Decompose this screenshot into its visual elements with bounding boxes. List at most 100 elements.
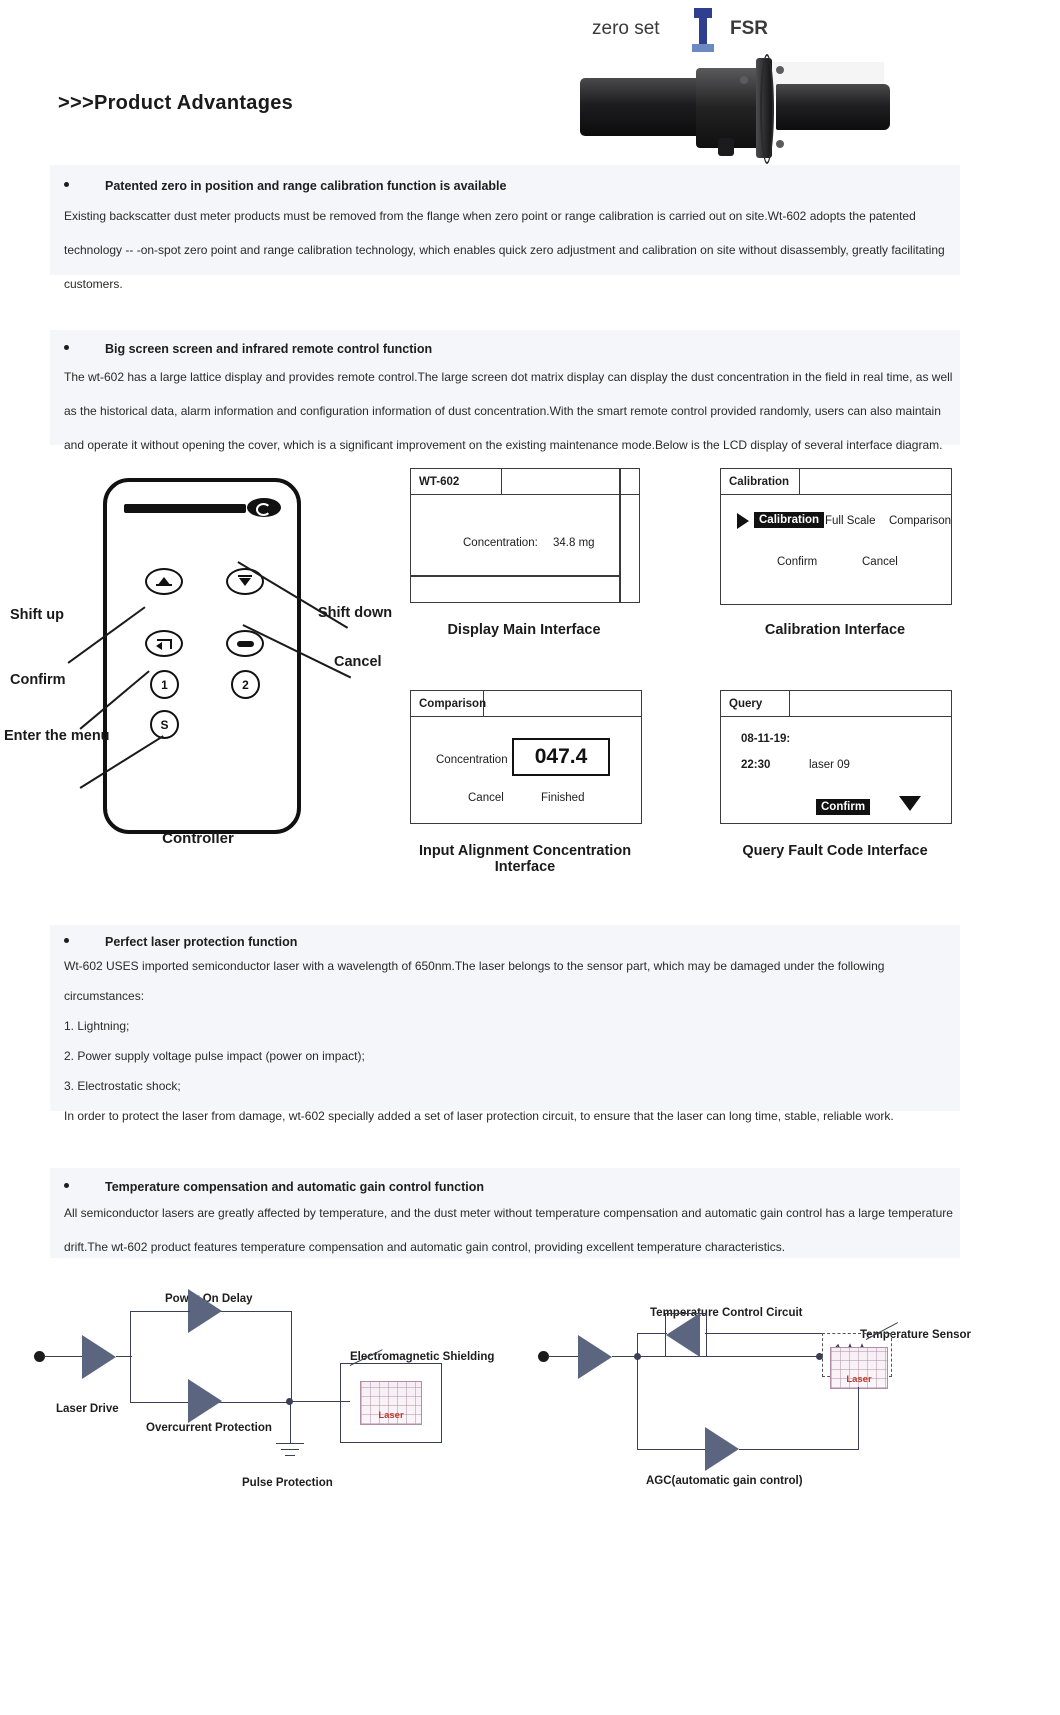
section-big-screen: Big screen screen and infrared remote co…: [50, 330, 960, 452]
menu-option-comparison[interactable]: Comparison: [889, 515, 951, 527]
confirm-action[interactable]: Confirm: [816, 799, 871, 815]
temperature-control-amplifier-icon: [666, 1313, 700, 1357]
zero-set-pin-icon: [692, 8, 714, 54]
label-laser-drive: Laser Drive: [56, 1403, 119, 1415]
section-bullet-text: Temperature compensation and automatic g…: [105, 1180, 484, 1194]
lcd-titlebar: Comparison: [411, 691, 641, 717]
section-paragraph: 3. Electrostatic shock;: [64, 1079, 181, 1093]
dust-meter-sensor-icon: [580, 52, 890, 164]
lcd-titlebar: Query: [721, 691, 951, 717]
overcurrent-amplifier-icon: [188, 1379, 222, 1423]
bullet-dot-icon: [64, 345, 69, 350]
cancel-action[interactable]: Cancel: [468, 792, 504, 804]
menu-option-calibration[interactable]: Calibration: [754, 512, 825, 528]
enter-menu-button[interactable]: S: [150, 710, 179, 739]
confirm-action[interactable]: Confirm: [777, 556, 817, 568]
ir-eye-icon: [247, 498, 281, 517]
lcd-comparison-interface: Comparison Concentration 047.4 Cancel Fi…: [410, 690, 642, 824]
section-paragraph: 2. Power supply voltage pulse impact (po…: [64, 1049, 365, 1063]
remote-controller-diagram: 1 2 S Shift up Confirm Enter the menu Sh…: [0, 462, 400, 862]
temperature-agc-circuit-diagram: Temperature Control Circuit Temperature …: [520, 1285, 1040, 1515]
section-paragraph: Existing backscatter dust meter products…: [64, 209, 916, 223]
lcd-tab-label: WT-602: [411, 469, 502, 494]
section-bullet: Temperature compensation and automatic g…: [64, 1180, 960, 1194]
section-paragraph: circumstances:: [64, 989, 145, 1003]
section-paragraph: In order to protect the laser from damag…: [64, 1109, 894, 1123]
lcd-caption-comparison: Input Alignment Concentration Interface: [418, 843, 632, 875]
lcd-tab-label: Comparison: [411, 691, 486, 716]
lcd-titlebar: WT-602: [411, 469, 639, 495]
section-paragraph: drift.The wt-602 product features temper…: [64, 1240, 786, 1254]
label-enter-menu: Enter the menu: [4, 728, 110, 744]
lcd-tab-label: Calibration: [721, 469, 800, 494]
label-electromagnetic-shielding: Electromagnetic Shielding: [350, 1351, 495, 1363]
laser-drive-amplifier-icon: [82, 1335, 116, 1379]
zero-set-label: zero set: [592, 18, 660, 39]
ir-emitter-bar-icon: [124, 504, 246, 513]
selection-pointer-icon: [737, 513, 749, 529]
shift-down-button[interactable]: [226, 568, 264, 595]
scroll-down-icon[interactable]: [899, 796, 921, 811]
label-overcurrent-protection: Overcurrent Protection: [146, 1422, 272, 1434]
product-advantages-page: >>>Product Advantages zero set FSR Paten…: [0, 0, 1060, 1715]
concentration-value-field[interactable]: 047.4: [512, 738, 610, 776]
section-bullet: Patented zero in position and range cali…: [64, 179, 960, 193]
section-paragraph: Wt-602 USES imported semiconductor laser…: [64, 959, 885, 973]
menu-option-full-scale[interactable]: Full Scale: [825, 515, 876, 527]
section-paragraph: and operate it without opening the cover…: [64, 438, 943, 452]
page-title: >>>Product Advantages: [58, 92, 294, 114]
finished-action[interactable]: Finished: [541, 792, 584, 804]
laser-component: Laser: [360, 1381, 422, 1425]
product-hero-image: zero set FSR: [580, 0, 890, 164]
button-two[interactable]: 2: [231, 670, 260, 699]
lcd-caption-display-main: Display Main Interface: [447, 622, 601, 638]
agc-amplifier-icon: [705, 1427, 739, 1471]
fsr-label: FSR: [730, 18, 768, 39]
section-patented-zero: Patented zero in position and range cali…: [50, 165, 960, 291]
query-time: 22:30: [741, 759, 771, 771]
controller-caption: Controller: [162, 830, 234, 847]
section-paragraph: technology -- -on-spot zero point and ra…: [64, 243, 945, 257]
remote-body: 1 2 S: [103, 478, 301, 834]
lcd-tab-label: Query: [721, 691, 790, 716]
concentration-value: 34.8 mg: [553, 537, 595, 549]
lcd-caption-calibration: Calibration Interface: [764, 622, 906, 638]
label-shift-up: Shift up: [10, 607, 64, 623]
bullet-dot-icon: [64, 938, 69, 943]
section-laser-protection: Perfect laser protection function Wt-602…: [50, 925, 960, 1123]
label-agc: AGC(automatic gain control): [646, 1475, 803, 1487]
query-date: 08-11-19:: [741, 733, 791, 745]
shift-up-button[interactable]: [145, 568, 183, 595]
lcd-display-main-interface: WT-602 Concentration: 34.8 mg: [410, 468, 640, 603]
section-temperature-compensation: Temperature compensation and automatic g…: [50, 1168, 960, 1258]
lcd-titlebar: Calibration: [721, 469, 951, 495]
section-paragraph: All semiconductor lasers are greatly aff…: [64, 1206, 953, 1220]
bullet-dot-icon: [64, 1183, 69, 1188]
bullet-dot-icon: [64, 182, 69, 187]
cancel-action[interactable]: Cancel: [862, 556, 898, 568]
label-cancel: Cancel: [334, 654, 382, 670]
section-bullet-text: Patented zero in position and range cali…: [105, 179, 507, 193]
section-bullet: Perfect laser protection function: [64, 935, 960, 949]
label-confirm: Confirm: [10, 672, 66, 688]
section-paragraph: The wt-602 has a large lattice display a…: [64, 370, 953, 384]
label-shift-down: Shift down: [318, 605, 393, 621]
concentration-label: Concentration:: [463, 537, 538, 549]
section-paragraph: customers.: [64, 277, 123, 291]
laser-label: Laser: [846, 1374, 872, 1385]
cancel-button[interactable]: [226, 630, 264, 657]
power-on-delay-amplifier-icon: [188, 1289, 222, 1333]
lcd-caption-query: Query Fault Code Interface: [742, 843, 928, 859]
confirm-button[interactable]: [145, 630, 183, 657]
lcd-query-interface: Query 08-11-19: 22:30 laser 09 Confirm: [720, 690, 952, 824]
concentration-label: Concentration: [436, 754, 508, 766]
button-one[interactable]: 1: [150, 670, 179, 699]
section-bullet: Big screen screen and infrared remote co…: [64, 342, 960, 356]
section-paragraph: 1. Lightning;: [64, 1019, 130, 1033]
laser-component: Laser: [830, 1347, 888, 1389]
section-bullet-text: Big screen screen and infrared remote co…: [105, 342, 433, 356]
laser-label: Laser: [378, 1410, 404, 1421]
laser-protection-circuit-diagram: Power On Delay Electromagnetic Shielding…: [20, 1285, 520, 1515]
label-pulse-protection: Pulse Protection: [242, 1477, 333, 1489]
input-amplifier-icon: [578, 1335, 612, 1379]
